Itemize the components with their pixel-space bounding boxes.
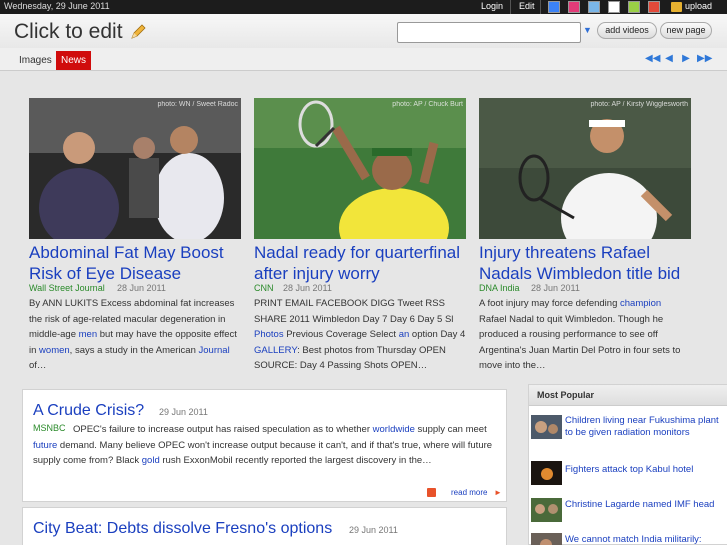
- header: Click to edit ▼ add videos new page: [0, 14, 727, 48]
- popular-item-title[interactable]: Children living near Fukushima plant to …: [565, 415, 725, 439]
- story-summary: A foot injury may force defending champi…: [479, 296, 691, 374]
- summary-keyword-link[interactable]: an: [399, 329, 410, 340]
- summary-text: supply can meet: [414, 424, 487, 435]
- summary-keyword-link[interactable]: gold: [142, 455, 160, 466]
- story-photo[interactable]: photo: AP / Kirsty Wigglesworth: [479, 98, 691, 239]
- site-title[interactable]: Click to edit: [14, 20, 123, 44]
- search-dropdown-icon[interactable]: ▼: [583, 26, 592, 35]
- search-input[interactable]: [397, 22, 581, 43]
- summary-text: OPEC's failure to increase output has ra…: [73, 424, 373, 435]
- login-link[interactable]: Login: [481, 1, 503, 11]
- most-popular-heading: Most Popular: [529, 385, 727, 406]
- summary-text: rush ExxonMobil recently reported the la…: [159, 455, 432, 466]
- popular-item-title[interactable]: Fighters attack top Kabul hotel: [565, 464, 725, 476]
- theme-swatch-green[interactable]: [628, 1, 640, 13]
- news-summary: OPEC's failure to increase output has ra…: [33, 422, 493, 469]
- pencil-icon[interactable]: [129, 23, 147, 41]
- new-page-button[interactable]: new page: [660, 22, 712, 39]
- theme-swatch-pink[interactable]: [568, 1, 580, 13]
- news-date: 29 Jun 2011: [159, 407, 208, 417]
- previous-icon[interactable]: ◀: [663, 53, 675, 65]
- summary-keyword-link[interactable]: future: [33, 440, 57, 451]
- summary-text: of…: [29, 360, 47, 371]
- story-title[interactable]: Abdominal Fat May Boost Risk of Eye Dise…: [29, 242, 241, 284]
- summary-text: Previous Coverage Select: [283, 329, 399, 340]
- theme-swatch-white[interactable]: [608, 1, 620, 13]
- tab-images[interactable]: Images: [14, 51, 57, 70]
- summary-text: , says a study in the American: [69, 344, 199, 356]
- summary-keyword-link[interactable]: men: [79, 329, 97, 340]
- news-list: A Crude Crisis? 29 Jun 2011 MSNBC OPEC's…: [22, 389, 507, 545]
- popular-thumbnail[interactable]: [531, 415, 562, 439]
- top-bar: Wednesday, 29 June 2011 Login Edit uploa…: [0, 0, 727, 14]
- story-photo[interactable]: photo: AP / Chuck Burt: [254, 98, 466, 239]
- most-popular-panel: Most Popular Children living near Fukush…: [528, 384, 727, 545]
- story-photo[interactable]: photo: WN / Sweet Radoc: [29, 98, 241, 239]
- divider: [540, 0, 541, 14]
- news-card: A Crude Crisis? 29 Jun 2011 MSNBC OPEC's…: [22, 389, 507, 502]
- news-title[interactable]: City Beat: Debts dissolve Fresno's optio…: [33, 520, 332, 538]
- summary-text: A foot injury may force defending: [479, 298, 620, 309]
- divider: [510, 0, 511, 14]
- news-title[interactable]: A Crude Crisis?: [33, 402, 144, 420]
- read-more-link[interactable]: read more: [451, 488, 487, 497]
- story-source[interactable]: Wall Street Journal: [29, 283, 105, 293]
- story-source[interactable]: DNA India: [479, 283, 520, 293]
- last-icon[interactable]: ▶▶: [697, 53, 712, 65]
- photo-credit: photo: WN / Sweet Radoc: [157, 101, 238, 108]
- photo-credit: photo: AP / Kirsty Wigglesworth: [590, 101, 688, 108]
- story-date: 28 Jun 2011: [283, 283, 332, 293]
- story-date: 28 Jun 2011: [531, 283, 580, 293]
- popular-item-title[interactable]: Christine Lagarde named IMF head: [565, 499, 725, 511]
- upload-icon[interactable]: [671, 2, 682, 12]
- current-date: Wednesday, 29 June 2011: [4, 1, 110, 11]
- rss-icon[interactable]: [427, 488, 436, 497]
- story-source[interactable]: CNN: [254, 283, 274, 293]
- summary-keyword-link[interactable]: Photos: [254, 329, 284, 340]
- summary-keyword-link[interactable]: women: [39, 345, 70, 356]
- popular-item-title[interactable]: We cannot match India militarily:: [565, 534, 725, 545]
- summary-keyword-link[interactable]: champion: [620, 298, 661, 309]
- popular-thumbnail[interactable]: [531, 498, 562, 522]
- summary-text: Rafael Nadal to quit Wimbledon. Though h…: [479, 313, 681, 372]
- theme-swatch-red[interactable]: [648, 1, 660, 13]
- story-summary: By ANN LUKITS Excess abdominal fat incre…: [29, 296, 241, 374]
- story-summary: PRINT EMAIL FACEBOOK DIGG Tweet RSS SHAR…: [254, 296, 466, 374]
- summary-keyword-link[interactable]: Journal: [199, 345, 230, 356]
- story-date: 28 Jun 2011: [117, 283, 166, 293]
- tab-news[interactable]: News: [56, 51, 92, 70]
- summary-keyword-link[interactable]: worldwide: [373, 424, 415, 435]
- first-icon[interactable]: ◀◀: [645, 53, 660, 65]
- popular-thumbnail[interactable]: [531, 533, 562, 545]
- popular-thumbnail[interactable]: [531, 461, 562, 485]
- news-date: 29 Jun 2011: [349, 525, 398, 535]
- tabs-bar: Images News ◀◀ ◀ ▶ ▶▶: [0, 48, 727, 71]
- upload-link[interactable]: upload: [685, 1, 712, 11]
- summary-text: option Day 4: [409, 329, 466, 340]
- summary-keyword-link[interactable]: GALLERY: [254, 345, 297, 356]
- photo-credit: photo: AP / Chuck Burt: [392, 101, 463, 108]
- next-icon[interactable]: ▶: [680, 53, 692, 65]
- edit-link[interactable]: Edit: [519, 1, 535, 11]
- theme-swatch-blue[interactable]: [548, 1, 560, 13]
- arrow-right-icon[interactable]: ►: [494, 488, 502, 497]
- news-card: City Beat: Debts dissolve Fresno's optio…: [22, 507, 507, 545]
- story-title[interactable]: Nadal ready for quarterfinal after injur…: [254, 242, 466, 284]
- add-videos-button[interactable]: add videos: [597, 22, 657, 39]
- story-title[interactable]: Injury threatens Rafael Nadals Wimbledon…: [479, 242, 691, 284]
- theme-swatch-light-blue[interactable]: [588, 1, 600, 13]
- summary-text: PRINT EMAIL FACEBOOK DIGG Tweet RSS SHAR…: [254, 298, 454, 325]
